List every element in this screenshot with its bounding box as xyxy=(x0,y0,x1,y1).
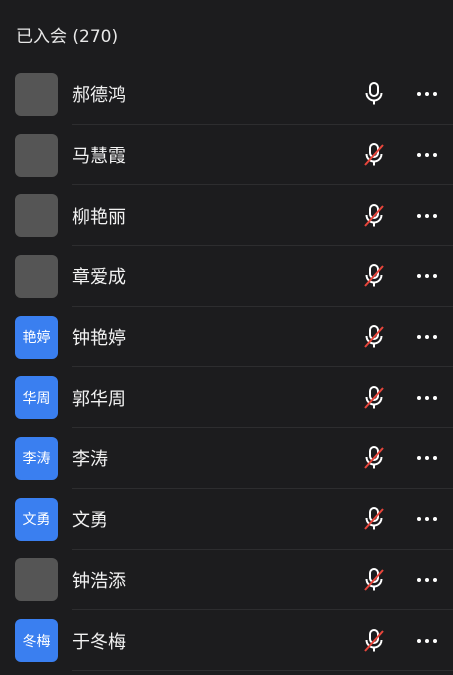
participant-name: 郭华周 xyxy=(72,388,126,410)
participant-row[interactable]: 冬梅 于冬梅 xyxy=(0,610,453,671)
photo-avatar-balloons xyxy=(15,254,58,298)
participant-row[interactable]: 华周 郭华周 xyxy=(0,367,453,428)
participant-row[interactable]: 李涛 李涛 xyxy=(0,428,453,489)
participant-row[interactable]: 柳艳丽 xyxy=(0,185,453,246)
more-dots-icon[interactable] xyxy=(413,81,441,107)
text-avatar: 冬梅 xyxy=(15,619,58,663)
participant-name: 于冬梅 xyxy=(72,631,126,653)
microphone-muted-icon[interactable] xyxy=(361,203,387,229)
microphone-muted-icon[interactable] xyxy=(361,142,387,168)
participant-row[interactable]: 马慧霞 xyxy=(0,125,453,186)
more-dots-icon[interactable] xyxy=(413,506,441,532)
participant-name: 马慧霞 xyxy=(72,146,126,168)
photo-avatar-man xyxy=(15,72,58,116)
microphone-muted-icon[interactable] xyxy=(361,567,387,593)
text-avatar: 李涛 xyxy=(15,436,58,480)
participant-name: 钟浩添 xyxy=(72,570,126,592)
more-dots-icon[interactable] xyxy=(413,445,441,471)
microphone-muted-icon[interactable] xyxy=(361,445,387,471)
participant-name: 文勇 xyxy=(72,510,108,532)
more-dots-icon[interactable] xyxy=(413,385,441,411)
photo-avatar-girl xyxy=(15,558,58,602)
microphone-muted-icon[interactable] xyxy=(361,263,387,289)
participants-count-title: 已入会 (270) xyxy=(16,27,119,47)
more-dots-icon[interactable] xyxy=(413,628,441,654)
participant-name: 章爱成 xyxy=(72,267,126,289)
text-avatar: 华周 xyxy=(15,376,58,420)
participant-row[interactable]: 钟浩添 xyxy=(0,550,453,611)
participant-name: 郝德鸿 xyxy=(72,85,126,107)
microphone-muted-icon[interactable] xyxy=(361,324,387,350)
participant-name: 柳艳丽 xyxy=(72,206,126,228)
participant-row[interactable]: 章爱成 xyxy=(0,246,453,307)
microphone-muted-icon[interactable] xyxy=(361,385,387,411)
microphone-muted-icon[interactable] xyxy=(361,506,387,532)
text-avatar: 文勇 xyxy=(15,497,58,541)
participant-name: 李涛 xyxy=(72,449,108,471)
participant-row[interactable]: 艳婷 钟艳婷 xyxy=(0,307,453,368)
more-dots-icon[interactable] xyxy=(413,263,441,289)
more-dots-icon[interactable] xyxy=(413,567,441,593)
participant-row[interactable]: 郝德鸿 xyxy=(0,64,453,125)
photo-avatar-beach xyxy=(15,133,58,177)
more-dots-icon[interactable] xyxy=(413,324,441,350)
more-dots-icon[interactable] xyxy=(413,142,441,168)
text-avatar: 艳婷 xyxy=(15,315,58,359)
microphone-muted-icon[interactable] xyxy=(361,628,387,654)
microphone-icon[interactable] xyxy=(361,81,387,107)
participant-name: 钟艳婷 xyxy=(72,328,126,350)
participant-row[interactable]: 文勇 文勇 xyxy=(0,489,453,550)
more-dots-icon[interactable] xyxy=(413,203,441,229)
participant-list: 郝德鸿 马慧霞 柳艳丽 章爱成 艳婷 钟艳婷 华周 郭华周 李涛 李涛 文勇 文… xyxy=(0,64,453,671)
photo-avatar-garden xyxy=(15,194,58,238)
participants-header: 已入会 (270) xyxy=(0,0,453,64)
